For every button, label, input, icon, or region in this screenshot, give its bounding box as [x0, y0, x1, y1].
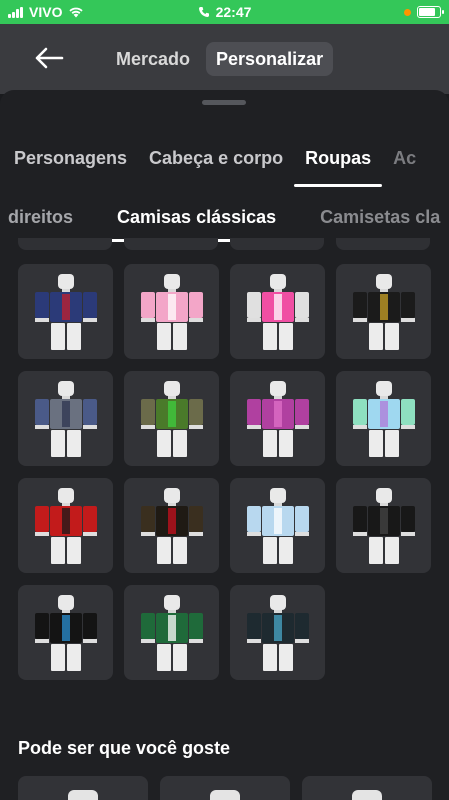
avatar-shirt-icon [246, 273, 309, 350]
avatar-shirt-icon [352, 273, 415, 350]
item-card-green-white-shirt[interactable] [124, 585, 219, 680]
item-card-dark-teal-shirt[interactable] [230, 585, 325, 680]
status-bar: VIVO 22:47 [0, 0, 449, 24]
indicator-dot [404, 8, 411, 16]
top-header: Mercado Personalizar [0, 24, 449, 94]
category-tabs: Personagens Cabeça e corpo Roupas Ac [0, 134, 427, 192]
avatar-shirt-icon [34, 594, 97, 671]
status-right [281, 6, 444, 18]
item-card-hot-pink-shirt[interactable] [230, 264, 325, 359]
status-center: 22:47 [168, 4, 281, 20]
recommendations-title: Pode ser que você goste [18, 738, 231, 758]
wifi-icon [69, 7, 84, 18]
avatar-shirt-icon [352, 487, 415, 564]
avatar-shirt-icon [140, 594, 203, 671]
item-card-red-jersey-shirt[interactable] [18, 478, 113, 573]
tab-mercado[interactable]: Mercado [106, 42, 200, 76]
header-tabs: Mercado Personalizar [106, 42, 334, 76]
tab-cabeca-e-corpo[interactable]: Cabeça e corpo [138, 134, 294, 182]
tab-roupas[interactable]: Roupas [294, 134, 383, 187]
avatar-shirt-icon [246, 594, 309, 671]
avatar-shirt-icon [352, 380, 415, 457]
item-grid [18, 264, 431, 680]
phone-icon [198, 7, 209, 17]
recommendation-card[interactable] [160, 776, 290, 800]
recommendations-row [18, 776, 432, 800]
customize-sheet: Personagens Cabeça e corpo Roupas Ac dir… [0, 90, 449, 800]
drag-handle[interactable] [202, 100, 246, 105]
subtab-camisetas-partial[interactable]: Camisetas cla [290, 196, 449, 238]
battery-level-fill [419, 8, 435, 16]
item-card-black-blue-shirt[interactable] [18, 585, 113, 680]
item-card-pink-shirt[interactable] [124, 264, 219, 359]
item-card-navy-red-shirt[interactable] [18, 264, 113, 359]
avatar-shirt-icon [246, 380, 309, 457]
arrow-left-icon [35, 47, 64, 69]
avatar-shirt-icon [246, 487, 309, 564]
avatar-shirt-icon [140, 380, 203, 457]
subtab-direitos-partial[interactable]: direitos [0, 196, 103, 238]
tab-acessorios-partial[interactable]: Ac [382, 134, 427, 182]
clock: 22:47 [215, 4, 252, 20]
item-card-black-supreme-shirt[interactable] [124, 478, 219, 573]
previous-row-peek [18, 238, 432, 250]
item-card-green-army-shirt[interactable] [124, 371, 219, 466]
recommendation-card[interactable] [18, 776, 148, 800]
subtab-camisas-classicas[interactable]: Camisas clássicas [103, 196, 290, 242]
back-button[interactable] [30, 42, 70, 74]
avatar-head-icon [352, 790, 382, 800]
battery-icon [417, 6, 444, 18]
item-card-gray-blue-shirt[interactable] [18, 371, 113, 466]
recommendation-card[interactable] [302, 776, 432, 800]
avatar-head-icon [210, 790, 240, 800]
avatar-head-icon [68, 790, 98, 800]
item-card-black-shirt[interactable] [336, 478, 431, 573]
signal-icon [8, 6, 23, 18]
avatar-shirt-icon [34, 487, 97, 564]
tab-personalizar[interactable]: Personalizar [206, 42, 334, 76]
item-card-light-blue-shirt[interactable] [230, 478, 325, 573]
status-left: VIVO [8, 4, 168, 20]
tab-personagens[interactable]: Personagens [0, 134, 138, 182]
avatar-shirt-icon [140, 273, 203, 350]
item-card-pastel-rainbow-shirt[interactable] [336, 371, 431, 466]
item-card-black-gold-shirt[interactable] [336, 264, 431, 359]
avatar-shirt-icon [34, 380, 97, 457]
avatar-shirt-icon [34, 273, 97, 350]
carrier-label: VIVO [29, 4, 63, 20]
avatar-shirt-icon [140, 487, 203, 564]
item-card-magenta-shirt[interactable] [230, 371, 325, 466]
